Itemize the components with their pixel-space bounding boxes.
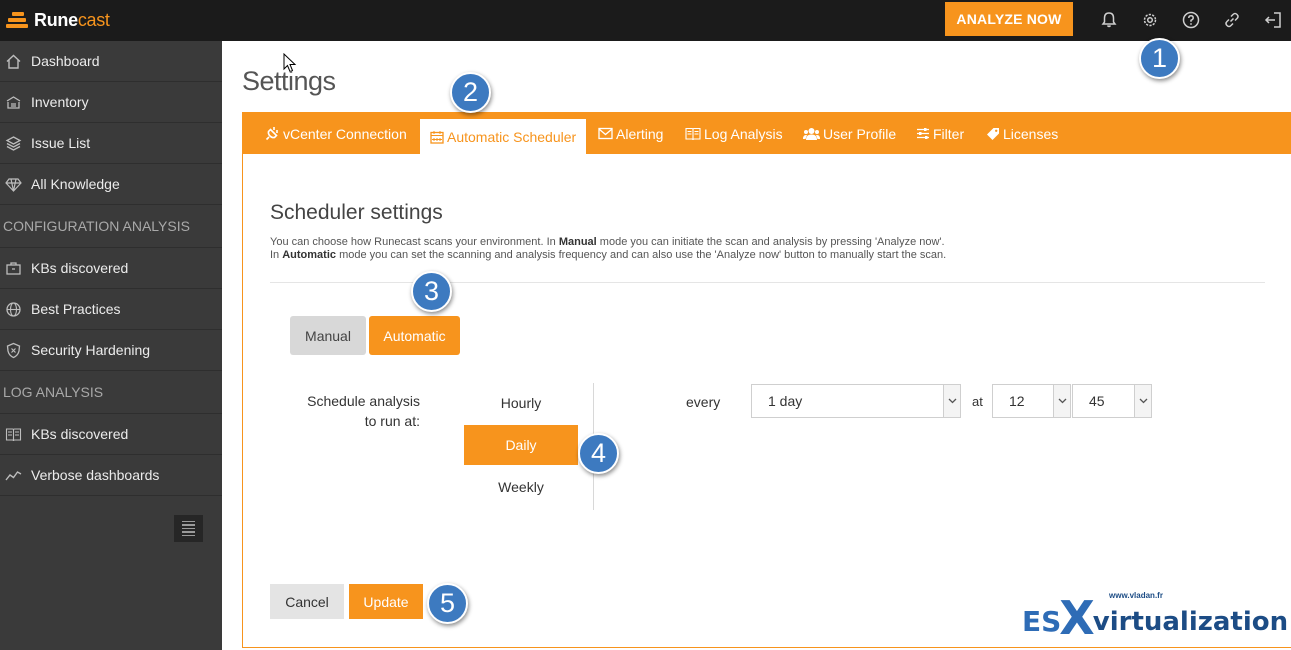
link-icon[interactable] (1220, 8, 1244, 32)
automatic-mode-button[interactable]: Automatic (369, 316, 460, 355)
frequency-hourly[interactable]: Hourly (464, 383, 578, 423)
tab-label: Alerting (616, 125, 664, 142)
sidebar-section-configuration: CONFIGURATION ANALYSIS (0, 205, 222, 248)
sidebar-item-config-kbs[interactable]: KBs discovered (0, 248, 222, 289)
frequency-daily[interactable]: Daily (464, 425, 578, 465)
at-label: at (972, 394, 983, 409)
envelope-icon (598, 127, 613, 140)
schedule-label: Schedule analysis to run at: (307, 393, 420, 429)
logo-text: Runecast (34, 9, 110, 30)
callout-2: 2 (450, 72, 491, 113)
book-icon (685, 127, 701, 140)
page-title: Settings (242, 66, 336, 96)
cancel-button[interactable]: Cancel (270, 584, 344, 619)
sidebar-item-label: KBs discovered (31, 426, 129, 442)
tab-log-analysis[interactable]: Log Analysis (685, 113, 783, 154)
sliders-icon (917, 128, 929, 139)
manual-mode-button[interactable]: Manual (290, 316, 366, 355)
home-icon (5, 53, 22, 70)
sidebar-item-verbose-dashboards[interactable]: Verbose dashboards (0, 455, 222, 496)
tab-licenses[interactable]: Licenses (986, 113, 1058, 154)
chevron-down-icon (1134, 385, 1151, 417)
sidebar-section-log-analysis: LOG ANALYSIS (0, 371, 222, 414)
sidebar-item-label: Dashboard (31, 53, 100, 69)
sidebar-item-all-knowledge[interactable]: All Knowledge (0, 164, 222, 205)
watermark-logo: ES Xvirtualization (1022, 591, 1289, 645)
sidebar: Dashboard Inventory Issue List All Knowl… (0, 41, 222, 650)
diamond-icon (5, 176, 22, 193)
tab-automatic-scheduler[interactable]: Automatic Scheduler (420, 119, 587, 154)
runecast-logo-icon (6, 9, 28, 31)
tab-label: Filter (933, 125, 965, 142)
logout-icon[interactable] (1261, 8, 1285, 32)
book-icon (5, 426, 22, 443)
tab-user-profile[interactable]: User Profile (803, 113, 896, 154)
top-bar: Runecast ANALYZE NOW (0, 0, 1291, 41)
callout-1: 1 (1139, 38, 1180, 79)
callout-4: 4 (578, 433, 619, 474)
tab-alerting[interactable]: Alerting (598, 113, 663, 154)
users-icon (803, 127, 820, 140)
help-icon[interactable] (1179, 8, 1203, 32)
chevron-down-icon (943, 385, 960, 417)
shield-icon (5, 342, 22, 359)
sidebar-item-inventory[interactable]: Inventory (0, 82, 222, 123)
hour-select[interactable]: 12 (992, 384, 1071, 418)
calendar-icon (430, 130, 444, 144)
briefcase-icon (5, 260, 22, 277)
globe-icon (5, 301, 22, 318)
tab-vcenter-connection[interactable]: vCenter Connection (265, 113, 407, 154)
gear-icon[interactable] (1138, 8, 1162, 32)
sidebar-item-label: All Knowledge (31, 176, 120, 192)
tab-label: Automatic Scheduler (447, 128, 577, 145)
layers-icon (5, 135, 22, 152)
minute-value: 45 (1089, 393, 1105, 409)
callout-5: 5 (427, 583, 468, 624)
update-button[interactable]: Update (349, 584, 423, 619)
minute-select[interactable]: 45 (1072, 384, 1152, 418)
sidebar-item-best-practices[interactable]: Best Practices (0, 289, 222, 330)
bell-icon[interactable] (1097, 8, 1121, 32)
sidebar-item-label: Best Practices (31, 301, 121, 317)
every-label: every (686, 394, 721, 410)
settings-panel: vCenter Connection Automatic Scheduler A… (242, 112, 1291, 648)
sidebar-item-label: KBs discovered (31, 260, 129, 276)
scheduler-settings-title: Scheduler settings (270, 201, 443, 224)
tag-icon (987, 127, 999, 140)
callout-3: 3 (411, 271, 452, 312)
tab-label: User Profile (823, 125, 897, 142)
sidebar-item-security-hardening[interactable]: Security Hardening (0, 330, 222, 371)
analyze-now-button[interactable]: ANALYZE NOW (945, 2, 1073, 36)
runecast-logo[interactable]: Runecast (6, 6, 110, 34)
tab-label: Log Analysis (704, 125, 783, 142)
inventory-icon (5, 94, 22, 111)
frequency-options: Hourly Daily Weekly (464, 383, 594, 510)
sidebar-item-label: Inventory (31, 94, 89, 110)
settings-tabs: vCenter Connection Automatic Scheduler A… (243, 113, 1291, 154)
tab-label: vCenter Connection (283, 125, 407, 142)
sidebar-item-issue-list[interactable]: Issue List (0, 123, 222, 164)
sidebar-collapse-button[interactable] (174, 515, 203, 542)
sidebar-item-label: Issue List (31, 135, 91, 151)
sidebar-item-log-kbs[interactable]: KBs discovered (0, 414, 222, 455)
scheduler-description: You can choose how Runecast scans your e… (270, 236, 947, 261)
interval-value: 1 day (768, 393, 803, 409)
tab-label: Licenses (1003, 125, 1059, 142)
trend-icon (5, 467, 22, 484)
sidebar-item-dashboard[interactable]: Dashboard (0, 41, 222, 82)
chevron-down-icon (1053, 385, 1070, 417)
sidebar-item-label: Verbose dashboards (31, 467, 160, 483)
tab-filter[interactable]: Filter (916, 113, 964, 154)
plug-icon (265, 127, 278, 141)
frequency-weekly[interactable]: Weekly (464, 467, 578, 507)
sidebar-item-label: Security Hardening (31, 342, 151, 358)
hour-value: 12 (1009, 393, 1025, 409)
interval-select[interactable]: 1 day (751, 384, 961, 418)
